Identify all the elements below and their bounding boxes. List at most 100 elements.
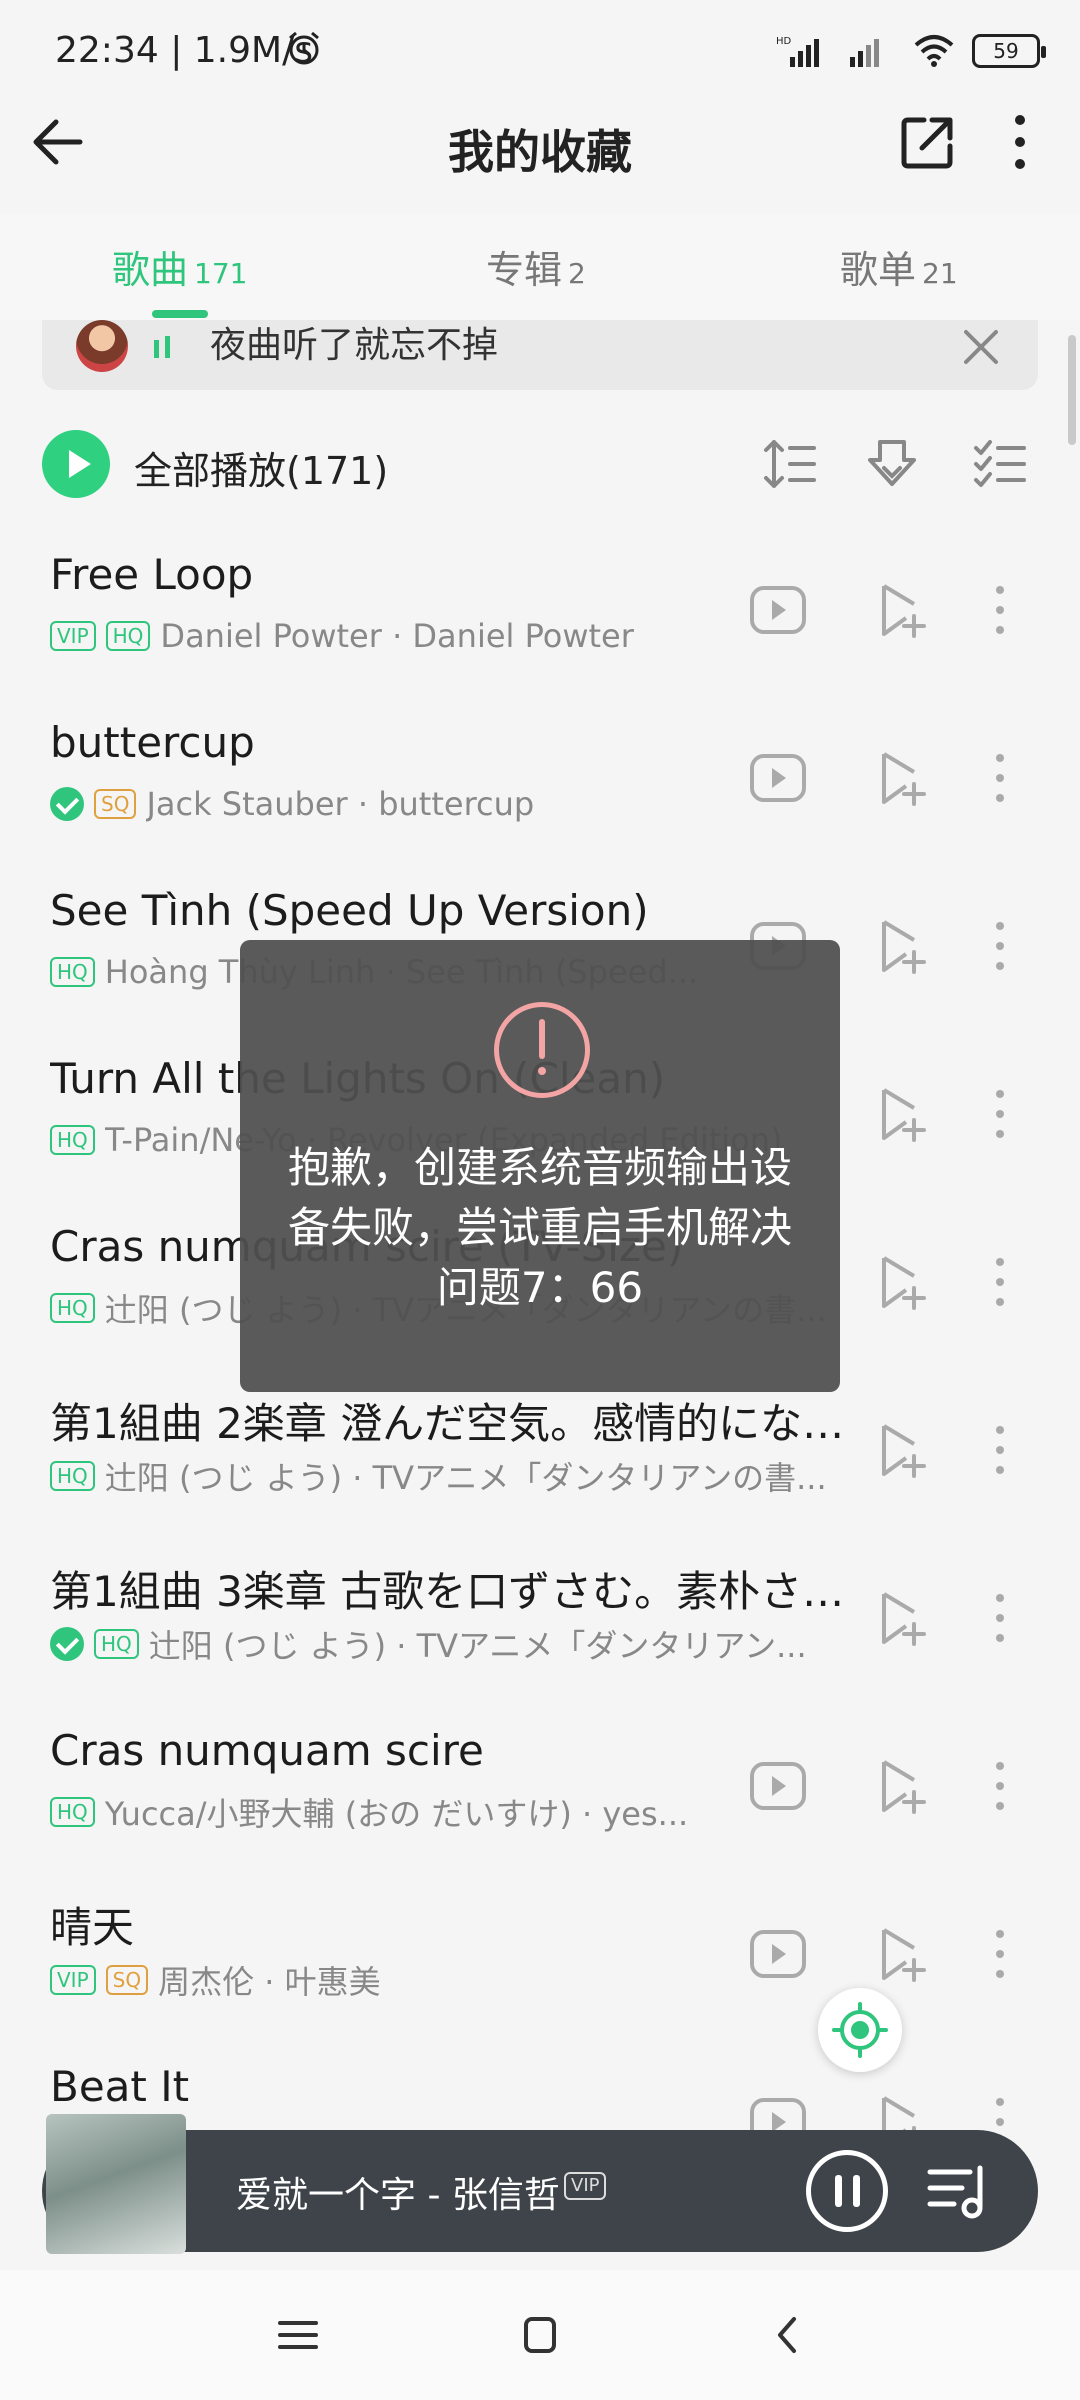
more-vertical-icon[interactable]	[990, 1756, 1010, 1816]
tab-label: 专辑	[486, 248, 563, 292]
hq-badge: HQ	[50, 957, 95, 987]
warning-icon	[494, 1002, 590, 1098]
scrollbar[interactable]	[1068, 335, 1076, 445]
list-item[interactable]: buttercup SQ Jack Stauber · buttercup	[0, 698, 1080, 866]
mini-player-title: 爱就一个字 - 张信哲	[236, 2175, 560, 2216]
downloaded-check-icon	[50, 1627, 84, 1661]
sort-icon[interactable]	[762, 436, 818, 492]
multi-select-icon[interactable]	[972, 436, 1028, 492]
sq-badge: SQ	[105, 1965, 149, 1995]
hq-badge: HQ	[50, 1797, 95, 1827]
add-to-playlist-icon[interactable]	[870, 748, 930, 808]
song-title: Cras numquam scire	[50, 1726, 484, 1775]
song-artist: Yucca/小野大輔 (おの だいすけ) · yes...	[104, 1795, 689, 1833]
song-title: 第1組曲 3楽章 古歌を口ずさむ。素朴さと...	[50, 1567, 850, 1616]
play-all-button[interactable]	[42, 430, 110, 498]
tab-albums[interactable]: 专辑 2	[486, 239, 586, 294]
list-item[interactable]: 第1組曲 2楽章 澄んだ空気。感情的になり... HQ 辻阳 (つじ よう) ·…	[0, 1370, 1080, 1538]
add-to-playlist-icon[interactable]	[870, 1924, 930, 1984]
tab-label: 歌单	[840, 248, 917, 292]
song-meta: HQ Yucca/小野大輔 (おの だいすけ) · yes...	[50, 1790, 688, 1834]
more-vertical-icon[interactable]	[990, 1252, 1010, 1312]
add-to-playlist-icon[interactable]	[870, 1588, 930, 1648]
song-title: See Tình (Speed Up Version)	[50, 886, 649, 935]
tab-playlists[interactable]: 歌单 21	[840, 239, 958, 294]
more-vertical-icon[interactable]	[990, 748, 1010, 808]
now-playing-hint[interactable]: 夜曲听了就忘不掉	[42, 320, 1038, 390]
avatar	[76, 320, 128, 372]
vip-badge: VIP	[50, 621, 96, 651]
locate-icon[interactable]	[818, 1988, 902, 2072]
favorites-page: 22:34 | 1.9M/s HD 59 我的收藏 歌曲 171 专辑 2 歌单…	[0, 0, 1080, 2400]
song-meta: VIP SQ 周杰伦 · 叶惠美	[50, 1958, 381, 2002]
status-bar: 22:34 | 1.9M/s HD 59	[0, 0, 1080, 100]
song-title: 第1組曲 2楽章 澄んだ空気。感情的になり...	[50, 1399, 850, 1448]
tab-songs[interactable]: 歌曲 171	[112, 239, 247, 294]
alarm-icon	[289, 31, 319, 65]
tab-count: 21	[922, 257, 958, 290]
hq-badge: HQ	[50, 1125, 95, 1155]
song-artist: Jack Stauber · buttercup	[146, 785, 535, 823]
add-to-playlist-icon[interactable]	[870, 1252, 930, 1312]
more-vertical-icon[interactable]	[990, 1588, 1010, 1648]
list-item[interactable]: 第1組曲 3楽章 古歌を口ずさむ。素朴さと... HQ 辻阳 (つじ よう) ·…	[0, 1538, 1080, 1706]
more-vertical-icon[interactable]	[1000, 110, 1040, 174]
add-to-playlist-icon[interactable]	[870, 1420, 930, 1480]
svg-text:HD: HD	[776, 36, 792, 47]
song-meta: VIP HQ Daniel Powter · Daniel Powter	[50, 614, 634, 658]
signal-icon	[850, 39, 879, 67]
back-nav-icon[interactable]	[758, 2310, 818, 2360]
song-artist: 辻阳 (つじ よう) · TVアニメ「ダンタリアンの書...	[104, 1459, 827, 1497]
add-to-playlist-icon[interactable]	[870, 1084, 930, 1144]
video-play-icon[interactable]	[748, 1756, 808, 1816]
song-artist: 辻阳 (つじ よう) · TVアニメ「ダンタリアン...	[148, 1627, 807, 1665]
hq-badge: HQ	[50, 1293, 95, 1323]
song-title: Beat It	[50, 2062, 190, 2111]
toast-message: 抱歉，创建系统音频输出设备失败，尝试重启手机解决问题7：66	[287, 1143, 792, 1312]
list-item[interactable]: 晴天 VIP SQ 周杰伦 · 叶惠美	[0, 1874, 1080, 2042]
video-play-icon[interactable]	[748, 1924, 808, 1984]
more-vertical-icon[interactable]	[990, 1420, 1010, 1480]
song-title: Free Loop	[50, 550, 254, 599]
tab-label: 歌曲	[112, 248, 189, 292]
mini-player[interactable]: 爱就一个字 - 张信哲 VIP	[42, 2114, 1038, 2254]
battery-indicator: 59	[972, 34, 1046, 68]
tab-indicator	[152, 310, 208, 318]
play-all-label[interactable]: 全部播放(171)	[134, 440, 388, 495]
video-play-icon[interactable]	[748, 748, 808, 808]
play-all-row: 全部播放(171)	[0, 420, 1080, 510]
more-vertical-icon[interactable]	[990, 1924, 1010, 1984]
more-vertical-icon[interactable]	[990, 1084, 1010, 1144]
vip-badge: VIP	[50, 1965, 96, 1995]
wifi-icon	[914, 35, 954, 67]
list-item[interactable]: Cras numquam scire HQ Yucca/小野大輔 (おの だいす…	[0, 1706, 1080, 1874]
more-vertical-icon[interactable]	[990, 916, 1010, 976]
home-icon[interactable]	[510, 2310, 570, 2360]
add-to-playlist-icon[interactable]	[870, 580, 930, 640]
menu-icon[interactable]	[268, 2310, 328, 2360]
hq-badge: HQ	[105, 621, 151, 651]
tab-count: 171	[194, 257, 248, 290]
video-play-icon[interactable]	[748, 580, 808, 640]
song-artist: Daniel Powter · Daniel Powter	[160, 617, 634, 655]
add-to-playlist-icon[interactable]	[870, 916, 930, 976]
more-vertical-icon[interactable]	[990, 580, 1010, 640]
sq-badge: SQ	[94, 789, 137, 819]
pause-icon[interactable]	[806, 2150, 888, 2232]
hint-text: 夜曲听了就忘不掉	[210, 325, 499, 366]
song-artist: 周杰伦 · 叶惠美	[158, 1963, 381, 2001]
status-time: 22:34 | 1.9M/s	[55, 30, 313, 71]
hq-badge: HQ	[94, 1629, 139, 1659]
add-to-playlist-icon[interactable]	[870, 1756, 930, 1816]
hq-badge: HQ	[50, 1461, 95, 1491]
download-icon[interactable]	[864, 436, 920, 492]
tab-bar: 歌曲 171 专辑 2 歌单 21	[0, 215, 1080, 320]
close-icon[interactable]	[960, 326, 1002, 368]
share-icon[interactable]	[898, 112, 958, 172]
system-nav-bar	[0, 2270, 1080, 2400]
list-item[interactable]: Free Loop VIP HQ Daniel Powter · Daniel …	[0, 530, 1080, 698]
status-indicators: HD 59	[776, 28, 1046, 74]
song-meta: SQ Jack Stauber · buttercup	[50, 782, 534, 826]
playlist-icon[interactable]	[926, 2160, 990, 2222]
song-title: buttercup	[50, 718, 255, 767]
